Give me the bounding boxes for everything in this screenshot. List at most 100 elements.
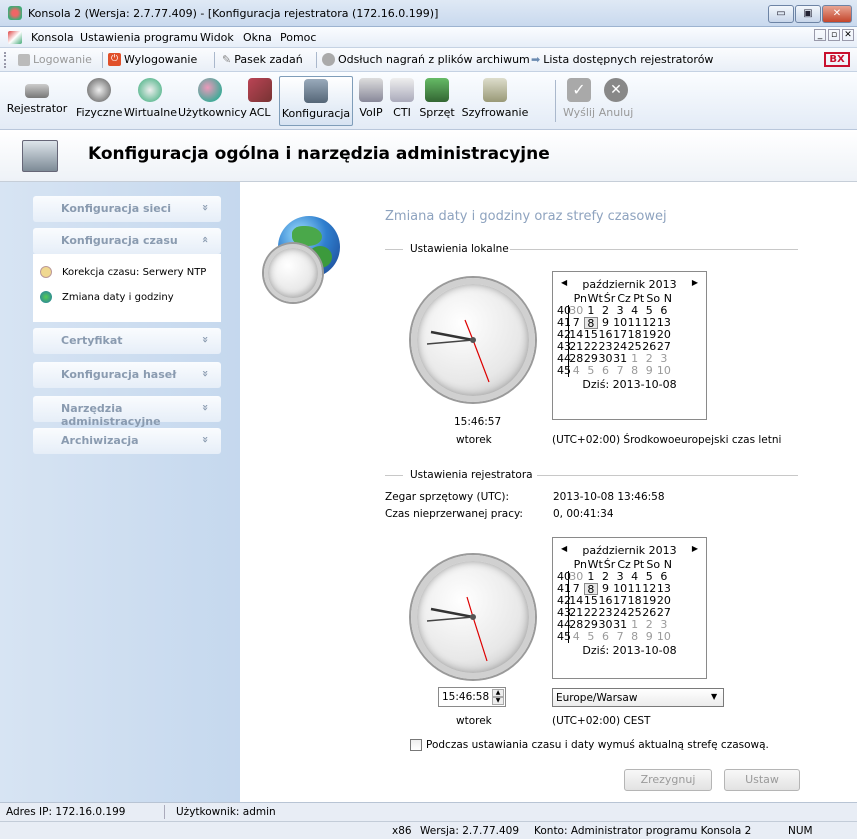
- calendar-day[interactable]: 5: [584, 365, 599, 377]
- sidebar-section-network[interactable]: Konfiguracja sieci »: [33, 196, 221, 222]
- apply-button[interactable]: Ustaw: [724, 769, 800, 791]
- calendar-day[interactable]: 6: [598, 365, 613, 377]
- toolbar-separator: [316, 52, 317, 68]
- sidebar-section-label: Konfiguracja czasu: [61, 234, 178, 247]
- sidebar-item-ntp[interactable]: Korekcja czasu: Serwery NTP: [40, 266, 206, 278]
- menu-windows[interactable]: Okna: [243, 31, 272, 44]
- menu-help[interactable]: Pomoc: [280, 31, 316, 44]
- toolbar-acl-button[interactable]: ACL: [245, 76, 275, 126]
- login-button[interactable]: Logowanie: [18, 53, 92, 66]
- recorder-time-value: 15:46:58: [442, 691, 490, 703]
- toolbar-virtual-button[interactable]: Wirtualne: [124, 76, 178, 126]
- calendar-today[interactable]: Dziś: 2013-10-08: [553, 643, 706, 657]
- virtual-label: Wirtualne: [124, 106, 178, 119]
- next-month-button[interactable]: ▶: [692, 278, 698, 291]
- spinner-down-button[interactable]: ▼: [492, 697, 504, 705]
- recorder-calendar[interactable]: ◀ październik 2013 ▶ Pn Wt Śr Cz Pt So N 40 30 1 2 3 4 5…: [552, 537, 707, 679]
- menu-settings[interactable]: Ustawienia programu: [80, 31, 198, 44]
- next-month-button[interactable]: ▶: [692, 544, 698, 557]
- toolbar-cancel-button[interactable]: ✕ Anuluj: [598, 76, 634, 126]
- local-time: 15:46:57: [454, 416, 502, 428]
- sidebar-section-passwords[interactable]: Konfiguracja haseł »: [33, 362, 221, 388]
- calendar-day[interactable]: 6: [598, 631, 613, 643]
- acl-label: ACL: [249, 106, 271, 119]
- logout-button[interactable]: ⏻ Wylogowanie: [108, 53, 197, 66]
- hardware-clock-value: 2013-10-08 13:46:58: [553, 491, 665, 503]
- calendar-day[interactable]: 7: [613, 631, 628, 643]
- calendar-month: październik 2013: [582, 544, 677, 557]
- chevron-down-icon: »: [198, 335, 212, 344]
- status-num: NUM: [788, 825, 813, 837]
- calendar-day[interactable]: 5: [584, 631, 599, 643]
- prev-month-button[interactable]: ◀: [561, 278, 567, 291]
- cancel-changes-button[interactable]: Zrezygnuj: [624, 769, 712, 791]
- status-version: Wersja: 2.7.77.409: [420, 825, 520, 837]
- taskbar-button[interactable]: ✎ Pasek zadań: [222, 53, 303, 66]
- hardware-label: Sprzęt: [419, 106, 455, 119]
- archive-playback-button[interactable]: Odsłuch nagrań z plików archiwum: [322, 53, 530, 66]
- close-button[interactable]: ✕: [822, 5, 852, 23]
- menu-view[interactable]: Widok: [200, 31, 234, 44]
- local-calendar[interactable]: ◀ październik 2013 ▶ Pn Wt Śr Cz Pt So N 40 30 1 2 3 4 5…: [552, 271, 707, 420]
- sidebar-item-datetime[interactable]: Zmiana daty i godziny: [40, 291, 174, 303]
- headphones-icon: [322, 53, 335, 66]
- force-timezone-checkbox[interactable]: [410, 739, 422, 751]
- keys-icon: [483, 78, 507, 102]
- spinner-up-button[interactable]: ▲: [492, 689, 504, 697]
- calendar-day[interactable]: 7: [613, 365, 628, 377]
- maximize-button[interactable]: ▣: [795, 5, 821, 23]
- calendar-today[interactable]: Dziś: 2013-10-08: [553, 377, 706, 391]
- sidebar-section-time[interactable]: Konfiguracja czasu «: [33, 228, 221, 254]
- local-timezone: (UTC+02:00) Środkowoeuropejski czas letn…: [552, 434, 782, 446]
- toolbar-physical-button[interactable]: Fizyczne: [76, 76, 122, 126]
- toolbar-encryption-button[interactable]: Szyfrowanie: [459, 76, 531, 126]
- toolbar-hardware-button[interactable]: Sprzęt: [417, 76, 457, 126]
- sidebar-section-label: Certyfikat: [61, 334, 123, 347]
- local-analog-clock: [411, 278, 535, 402]
- calendar-day[interactable]: 1: [584, 571, 599, 583]
- calendar-day[interactable]: 10: [657, 631, 672, 643]
- toolbar-separator: [555, 80, 556, 122]
- recorder-list-button[interactable]: ➡ Lista dostępnych rejestratorów: [531, 53, 713, 66]
- recorder-time-spinner[interactable]: 15:46:58 ▲ ▼: [438, 687, 506, 707]
- firewall-icon: [248, 78, 272, 102]
- calendar-day[interactable]: 9: [642, 631, 657, 643]
- calendar-day[interactable]: 8: [627, 365, 642, 377]
- prev-month-button[interactable]: ◀: [561, 544, 567, 557]
- chevron-down-icon: »: [198, 369, 212, 378]
- calendar-day[interactable]: 9: [642, 365, 657, 377]
- toolbar-configuration-button[interactable]: Konfiguracja: [279, 76, 353, 126]
- recorder-settings-heading: Ustawienia rejestratora: [410, 469, 533, 481]
- minimize-button[interactable]: ▭: [768, 5, 794, 23]
- section-divider: [385, 249, 403, 250]
- mdi-close-button[interactable]: ✕: [842, 29, 854, 41]
- title-bar: Konsola 2 (Wersja: 2.7.77.409) - [Konfig…: [0, 0, 857, 27]
- logout-label: Wylogowanie: [124, 53, 198, 66]
- calendar-day[interactable]: 4: [569, 365, 584, 377]
- globe-clock-icon: [40, 291, 52, 303]
- users-label: Użytkownicy: [178, 106, 247, 119]
- toolbar-send-button[interactable]: ✓ Wyślij: [562, 76, 596, 126]
- calendar-day[interactable]: 4: [569, 631, 584, 643]
- timezone-select[interactable]: Europe/Warsaw ▼: [552, 688, 724, 707]
- menu-konsola[interactable]: Konsola: [31, 31, 74, 44]
- circuit-board-icon: [425, 78, 449, 102]
- sidebar-section-admin-tools[interactable]: Narzędzia administracyjne »: [33, 396, 221, 428]
- calendar-header: ◀ październik 2013 ▶: [553, 538, 706, 559]
- toolbar-cti-button[interactable]: CTI: [389, 76, 415, 126]
- toolbar-users-button[interactable]: Użytkownicy: [178, 76, 247, 126]
- calendar-day[interactable]: 1: [584, 305, 599, 317]
- calendar-day[interactable]: 8: [627, 631, 642, 643]
- sidebar-time-submenu: [33, 254, 221, 322]
- mdi-restore-button[interactable]: ▫: [828, 29, 840, 41]
- sidebar-section-certificate[interactable]: Certyfikat »: [33, 328, 221, 354]
- power-icon: ⏻: [108, 53, 121, 66]
- window-title: Konsola 2 (Wersja: 2.7.77.409) - [Konfig…: [28, 7, 439, 20]
- sidebar-section-archiving[interactable]: Archiwizacja »: [33, 428, 221, 454]
- week-number: 45: [557, 364, 571, 377]
- calendar-day[interactable]: 10: [657, 365, 672, 377]
- pencil-icon: ✎: [222, 53, 232, 66]
- toolbar-recorder-button[interactable]: Rejestrator: [2, 76, 72, 126]
- mdi-minimize-button[interactable]: _: [814, 29, 826, 41]
- toolbar-voip-button[interactable]: VoIP: [355, 76, 387, 126]
